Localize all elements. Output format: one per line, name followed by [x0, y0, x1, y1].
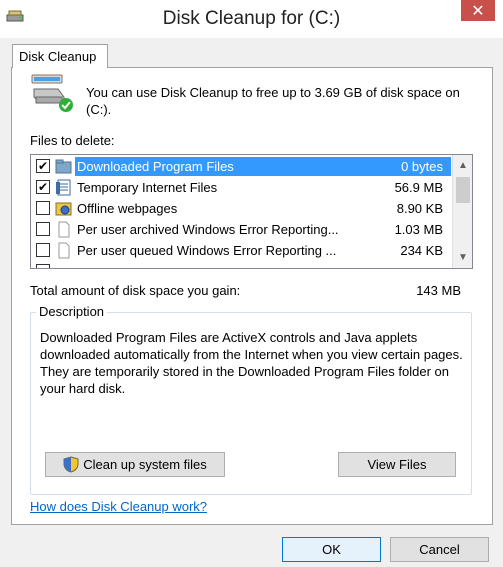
- clean-up-system-files-label: Clean up system files: [83, 457, 207, 472]
- scroll-thumb[interactable]: [456, 177, 470, 203]
- help-link[interactable]: How does Disk Cleanup work?: [30, 499, 207, 514]
- blank-file-icon: [58, 221, 70, 238]
- intro-text: You can use Disk Cleanup to free up to 3…: [86, 85, 460, 117]
- checkbox-downloaded-program-files[interactable]: ✔: [36, 159, 50, 173]
- total-space-value: 143 MB: [416, 283, 461, 298]
- tab-disk-cleanup[interactable]: Disk Cleanup: [12, 44, 108, 68]
- description-text: Downloaded Program Files are ActiveX con…: [40, 330, 463, 396]
- scroll-up-arrow-icon[interactable]: ▲: [453, 157, 472, 174]
- offline-pages-icon: [55, 202, 72, 216]
- files-list[interactable]: ✔ Downloaded Program Files 0 bytes ✔ Tem…: [30, 154, 473, 269]
- view-files-button[interactable]: View Files: [338, 452, 456, 477]
- ok-button[interactable]: OK: [282, 537, 381, 562]
- list-item[interactable]: Per user archived Windows Error Reportin…: [31, 219, 451, 240]
- blank-file-icon: [58, 242, 70, 259]
- close-button[interactable]: ✕: [461, 0, 495, 21]
- checkbox-partial[interactable]: [36, 264, 50, 268]
- cancel-button[interactable]: Cancel: [390, 537, 489, 562]
- clean-up-system-files-button[interactable]: Clean up system files: [45, 452, 225, 477]
- list-item[interactable]: Offline webpages 8.90 KB: [31, 198, 451, 219]
- total-space-label: Total amount of disk space you gain:: [30, 283, 241, 298]
- window-title: Disk Cleanup for (C:): [162, 8, 341, 29]
- list-item[interactable]: ✔ Downloaded Program Files 0 bytes: [31, 156, 451, 177]
- file-name: Offline webpages: [77, 201, 178, 216]
- list-item[interactable]: Per user queued Windows Error Reporting …: [31, 240, 451, 261]
- close-icon: ✕: [471, 2, 485, 20]
- list-scrollbar[interactable]: ▲ ▼: [452, 155, 472, 268]
- file-size: 56.9 MB: [394, 180, 443, 195]
- disk-cleanup-panel: You can use Disk Cleanup to free up to 3…: [11, 67, 493, 525]
- list-item[interactable]: ✔ Temporary Internet Files 56.9 MB: [31, 177, 451, 198]
- file-name: Per user queued Windows Error Reporting …: [77, 243, 337, 258]
- folder-icon: [55, 159, 72, 174]
- file-size: 0 bytes: [401, 159, 443, 174]
- checkbox-temporary-internet-files[interactable]: ✔: [36, 180, 50, 194]
- file-name: Per user archived Windows Error Reportin…: [77, 222, 339, 237]
- scroll-down-arrow-icon[interactable]: ▼: [453, 249, 472, 266]
- file-size: 1.03 MB: [394, 222, 443, 237]
- file-size: 8.90 KB: [396, 201, 443, 216]
- title-bar: Disk Cleanup for (C:) ✕: [0, 0, 503, 38]
- file-size: 234 KB: [400, 243, 443, 258]
- files-to-delete-label: Files to delete:: [30, 133, 115, 148]
- document-icon: [56, 179, 71, 196]
- list-item[interactable]: [31, 261, 451, 268]
- file-name: Downloaded Program Files: [77, 159, 234, 174]
- description-title: Description: [36, 304, 108, 319]
- uac-shield-icon: [63, 456, 79, 473]
- hard-drive-icon: [31, 74, 73, 112]
- checkbox-queued-error-reporting[interactable]: [36, 243, 50, 257]
- checkbox-archived-error-reporting[interactable]: [36, 222, 50, 236]
- file-name: Temporary Internet Files: [77, 180, 218, 195]
- checkbox-offline-webpages[interactable]: [36, 201, 50, 215]
